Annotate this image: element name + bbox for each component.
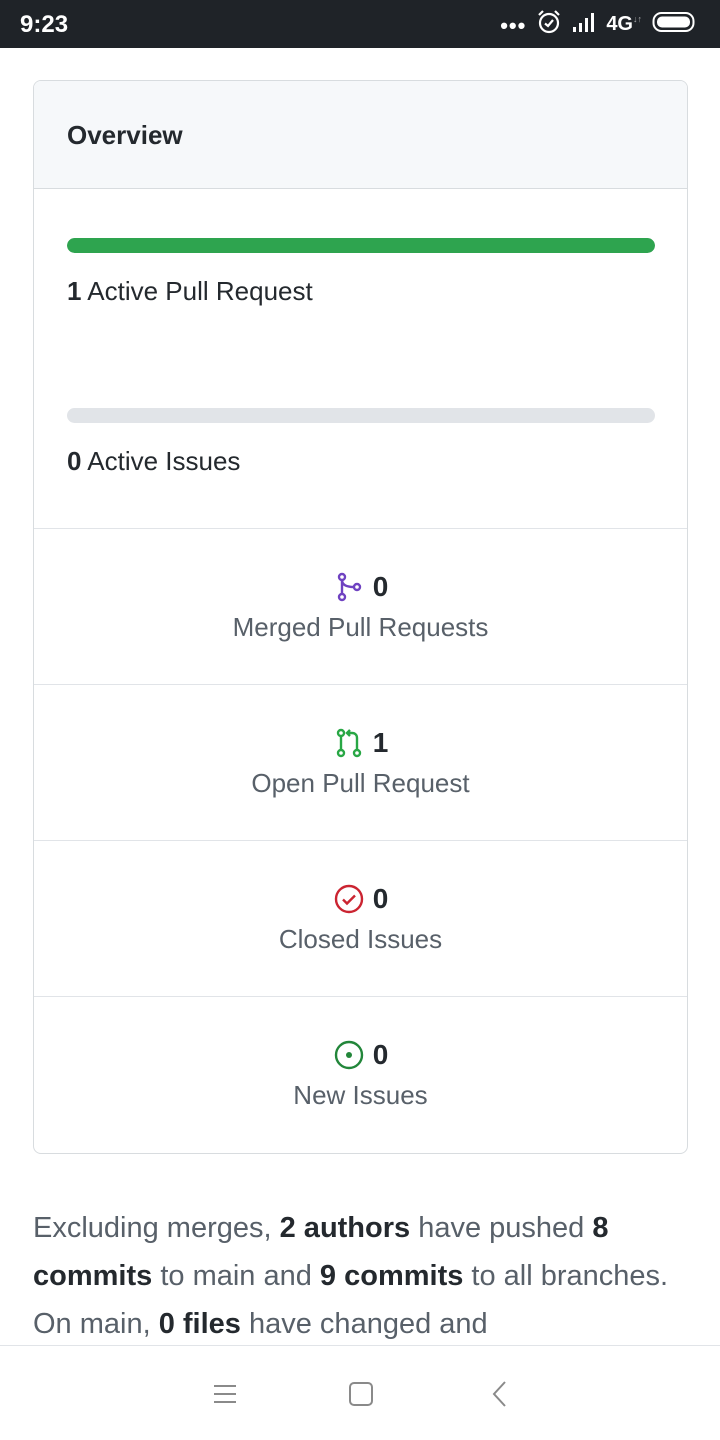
active-issues-count: 0 xyxy=(67,446,82,476)
open-pull-requests-label: Open Pull Request xyxy=(251,768,470,798)
merged-pull-requests-count: 0 xyxy=(372,571,389,602)
pull-request-icon xyxy=(336,728,361,758)
active-issues-label: Active Issues xyxy=(87,446,241,476)
merged-pull-requests-label: Merged Pull Requests xyxy=(232,612,489,642)
closed-issues-count: 0 xyxy=(372,883,389,914)
overview-title: Overview xyxy=(67,120,183,150)
alarm-icon xyxy=(536,9,562,40)
pull-request-progress-bar xyxy=(67,238,655,253)
status-bar: 9:23 ••• 4G↓↑ xyxy=(0,0,720,48)
merge-icon xyxy=(337,572,361,602)
active-pull-requests-link[interactable]: 1 Active Pull Request xyxy=(67,276,313,307)
overview-card: Overview 1 Active Pull Request 0 Active … xyxy=(33,80,688,1154)
signal-icon xyxy=(572,11,596,38)
closed-issues-label: Closed Issues xyxy=(278,924,443,954)
closed-issues-stat[interactable]: 0 Closed Issues xyxy=(34,841,687,997)
active-pull-requests-label: Active Pull Request xyxy=(87,276,313,306)
more-dots-icon: ••• xyxy=(500,13,527,38)
new-issues-count: 0 xyxy=(372,1039,389,1070)
pulse-summary-text: Excluding merges, 2 authors have pushed … xyxy=(33,1212,669,1340)
overview-header: Overview xyxy=(34,81,687,189)
menu-icon[interactable] xyxy=(207,1376,243,1412)
open-pull-requests-stat[interactable]: 1 Open Pull Request xyxy=(34,685,687,841)
active-pull-requests-count: 1 xyxy=(67,276,82,306)
open-pull-requests-count: 1 xyxy=(372,727,389,758)
pull-request-progress-fill xyxy=(67,238,655,253)
navigation-bar xyxy=(0,1345,720,1440)
new-issue-icon xyxy=(334,1040,363,1070)
issues-progress-bar xyxy=(67,408,655,423)
overview-summary: 1 Active Pull Request 0 Active Issues xyxy=(34,189,687,529)
closed-issue-icon xyxy=(334,884,363,914)
network-type: 4G↓↑ xyxy=(606,12,642,35)
status-icons: ••• 4G↓↑ xyxy=(500,9,698,40)
home-square-icon[interactable] xyxy=(343,1376,379,1412)
active-issues-link[interactable]: 0 Active Issues xyxy=(67,446,240,477)
new-issues-label: New Issues xyxy=(293,1080,428,1110)
back-chevron-icon[interactable] xyxy=(482,1376,518,1412)
status-time: 9:23 xyxy=(20,11,69,38)
merged-pull-requests-stat[interactable]: 0 Merged Pull Requests xyxy=(34,529,687,685)
battery-icon xyxy=(652,10,698,39)
new-issues-stat[interactable]: 0 New Issues xyxy=(34,997,687,1153)
